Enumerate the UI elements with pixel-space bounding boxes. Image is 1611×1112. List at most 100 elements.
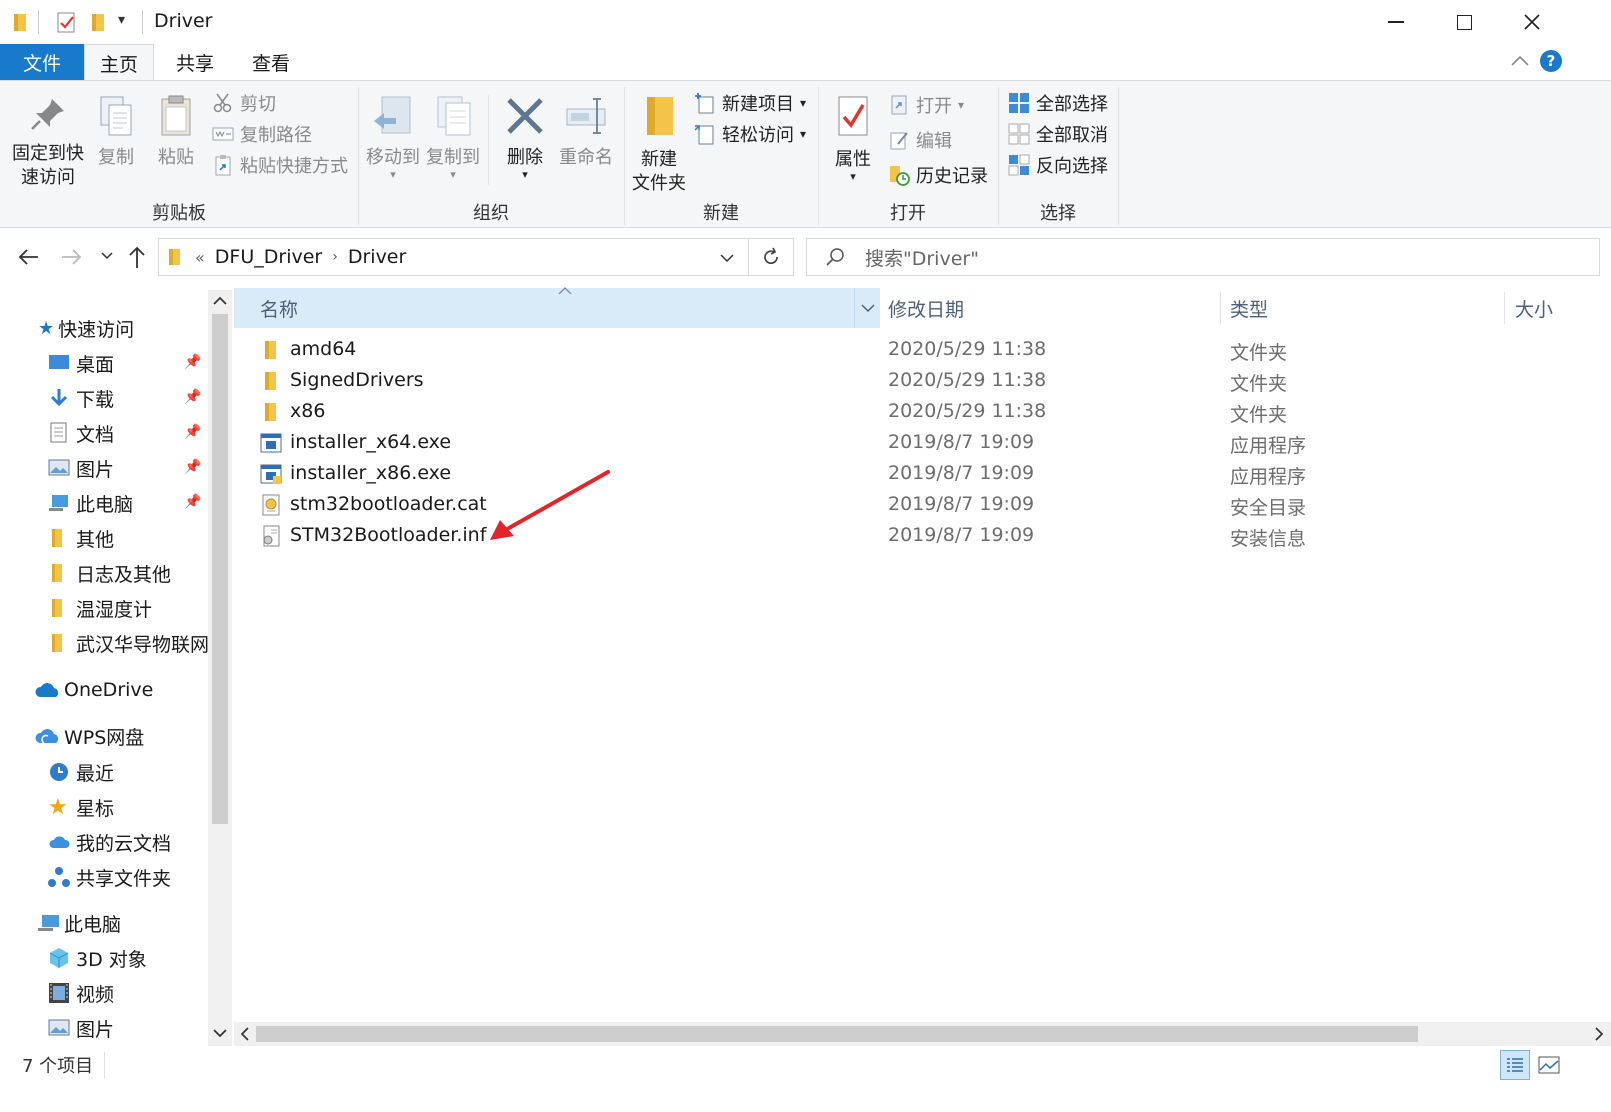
forward-arrow-icon[interactable] <box>60 246 84 268</box>
back-arrow-icon[interactable] <box>16 246 40 268</box>
sidebar-scrollbar[interactable] <box>208 290 232 1070</box>
properties-button[interactable]: 属性 ▾ <box>826 91 880 182</box>
scrollbar-thumb[interactable] <box>212 314 228 824</box>
breadcrumb-separator-icon[interactable]: › <box>332 249 338 265</box>
history-label: 历史记录 <box>916 166 988 187</box>
column-filter-dropdown[interactable] <box>854 288 880 328</box>
delete-button[interactable]: 删除 ▾ <box>498 93 552 180</box>
address-dropdown-chevron-icon[interactable] <box>719 252 735 264</box>
sidebar-item-3d-objects[interactable]: 3D 对象 <box>48 942 147 974</box>
sidebar-quick-access[interactable]: ★ 快速访问 <box>38 312 134 344</box>
column-name[interactable]: 名称 <box>234 288 880 328</box>
sidebar-onedrive[interactable]: OneDrive <box>34 674 153 706</box>
invert-selection-button[interactable]: 反向选择 <box>1008 151 1108 179</box>
paste-shortcut-label: 粘贴快捷方式 <box>240 156 348 177</box>
select-all-button[interactable]: 全部选择 <box>1008 89 1108 117</box>
open-icon <box>891 95 907 115</box>
recent-locations-chevron-icon[interactable] <box>100 250 114 262</box>
sidebar-item-pictures-pc[interactable]: 图片 <box>48 1012 114 1044</box>
scroll-left-icon[interactable] <box>240 1027 250 1041</box>
refresh-button[interactable] <box>748 238 794 276</box>
new-folder-button[interactable]: 新建 文件夹 <box>628 91 690 196</box>
sidebar-item-pictures[interactable]: 图片 <box>48 452 114 484</box>
sidebar-item-downloads[interactable]: 下载 <box>48 382 114 414</box>
sidebar-item-desktop[interactable]: 桌面 <box>48 347 114 379</box>
close-button[interactable] <box>1498 0 1566 44</box>
file-row[interactable]: installer_x64.exe 2019/8/7 19:09 应用程序 <box>234 427 1611 458</box>
minimize-button[interactable] <box>1362 0 1430 44</box>
file-row[interactable]: stm32bootloader.cat 2019/8/7 19:09 安全目录 <box>234 489 1611 520</box>
edit-button[interactable]: 编辑 <box>888 126 952 154</box>
easy-access-button[interactable]: 轻松访问 ▾ <box>694 120 806 148</box>
copy-path-button[interactable]: 复制路径 <box>212 120 312 148</box>
sidebar-item-documents[interactable]: 文档 <box>48 417 114 449</box>
file-row[interactable]: SignedDrivers 2020/5/29 11:38 文件夹 <box>234 365 1611 396</box>
file-row[interactable]: installer_x86.exe 2019/8/7 19:09 应用程序 <box>234 458 1611 489</box>
pin-quick-access-button[interactable]: 固定到快 速访问 <box>8 95 88 190</box>
search-box[interactable]: 搜索"Driver" <box>806 238 1600 276</box>
sidebar-item-wuhan-iot[interactable]: 武汉华导物联网 <box>48 627 209 659</box>
large-icons-view-button[interactable] <box>1534 1050 1564 1080</box>
tab-file[interactable]: 文件 <box>0 44 84 80</box>
file-row[interactable]: amd64 2020/5/29 11:38 文件夹 <box>234 334 1611 365</box>
sidebar-item-logs[interactable]: 日志及其他 <box>48 557 171 589</box>
scroll-right-icon[interactable] <box>1594 1027 1604 1041</box>
cut-button[interactable]: 剪切 <box>212 89 276 117</box>
sidebar-wps[interactable]: WPS网盘 <box>34 720 144 752</box>
properties-quick-icon[interactable] <box>56 10 78 34</box>
sidebar-item-other[interactable]: 其他 <box>48 522 114 554</box>
folder-icon[interactable] <box>12 12 30 32</box>
file-name: STM32Bootloader.inf <box>290 524 487 546</box>
copy-button[interactable]: 复制 <box>92 93 140 170</box>
window-title: Driver <box>154 10 213 32</box>
column-type[interactable]: 类型 <box>1230 288 1504 328</box>
address-bar[interactable]: « DFU_Driver › Driver <box>158 238 794 276</box>
folder-icon <box>265 341 276 359</box>
sidebar-item-shared-folder[interactable]: 共享文件夹 <box>48 861 171 893</box>
up-arrow-icon[interactable] <box>126 244 148 270</box>
folder-icon <box>52 564 62 582</box>
file-row[interactable]: STM32Bootloader.inf 2019/8/7 19:09 安装信息 <box>234 520 1611 551</box>
history-button[interactable]: 历史记录 <box>888 161 988 189</box>
sidebar-item-hygrometer[interactable]: 温湿度计 <box>48 592 152 624</box>
copy-to-label: 复制到 <box>426 147 480 168</box>
collapse-ribbon-icon[interactable] <box>1510 54 1530 68</box>
sidebar-item-starred[interactable]: ★ 星标 <box>48 791 114 823</box>
move-to-button[interactable]: 移动到 ▾ <box>364 93 422 180</box>
new-folder-quick-icon[interactable] <box>90 12 108 32</box>
sidebar-item-recent[interactable]: 最近 <box>48 756 114 788</box>
file-date: 2019/8/7 19:09 <box>888 431 1035 453</box>
tab-view[interactable]: 查看 <box>236 44 306 80</box>
paste-button[interactable]: 粘贴 <box>152 93 200 170</box>
scrollbar-thumb[interactable] <box>256 1026 1418 1042</box>
scroll-down-icon[interactable] <box>213 1028 227 1038</box>
maximize-button[interactable] <box>1430 0 1498 44</box>
sidebar-label: 武汉华导物联网 <box>76 633 210 656</box>
customize-toolbar-dropdown[interactable]: ▾ <box>118 12 125 28</box>
breadcrumb-driver[interactable]: Driver <box>348 246 406 268</box>
rename-button[interactable]: 重命名 <box>556 93 616 170</box>
new-item-button[interactable]: 新建项目 ▾ <box>694 89 806 117</box>
details-view-button[interactable] <box>1500 1050 1530 1080</box>
select-none-button[interactable]: 全部取消 <box>1008 120 1108 148</box>
copy-to-button[interactable]: 复制到 ▾ <box>424 93 482 180</box>
sidebar-item-this-pc-quick[interactable]: 此电脑 <box>48 487 133 519</box>
star-icon: ★ <box>38 317 55 339</box>
column-size[interactable]: 大小 <box>1515 288 1575 328</box>
breadcrumb-overflow[interactable]: « <box>195 248 205 267</box>
horizontal-scrollbar[interactable] <box>234 1022 1611 1046</box>
tab-home[interactable]: 主页 <box>84 44 154 81</box>
file-row[interactable]: x86 2020/5/29 11:38 文件夹 <box>234 396 1611 427</box>
sidebar-item-videos[interactable]: 视频 <box>48 977 114 1009</box>
breadcrumb-dfu-driver[interactable]: DFU_Driver <box>215 246 322 268</box>
paste-shortcut-button[interactable]: 粘贴快捷方式 <box>212 151 348 179</box>
open-button[interactable]: 打开 ▾ <box>888 91 964 119</box>
delete-icon <box>507 98 543 134</box>
sidebar-this-pc[interactable]: 此电脑 <box>36 907 121 939</box>
edit-icon <box>890 132 908 150</box>
sidebar-item-cloud-docs[interactable]: 我的云文档 <box>48 826 171 858</box>
help-icon[interactable]: ? <box>1540 50 1562 72</box>
scroll-up-icon[interactable] <box>213 296 227 306</box>
column-date[interactable]: 修改日期 <box>888 288 1220 328</box>
tab-share[interactable]: 共享 <box>160 44 230 80</box>
